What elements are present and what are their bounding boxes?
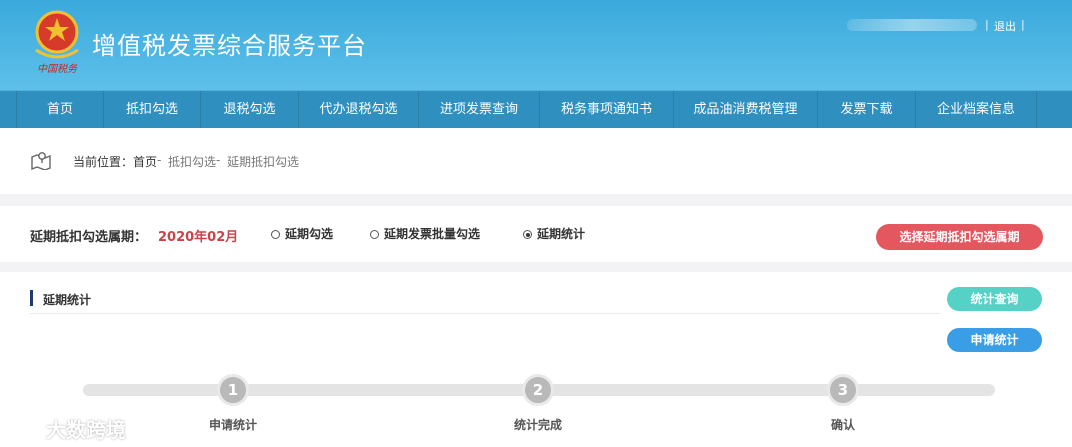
nav-item-home[interactable]: 首页 <box>16 91 104 128</box>
select-period-button[interactable]: 选择延期抵扣勾选属期 <box>876 224 1043 250</box>
step-3-circle: 3 <box>827 374 859 406</box>
statistics-panel: 延期统计 统计查询 申请统计 1 申请统计 2 统计完成 3 确认 <box>0 272 1072 447</box>
radio-label: 延期统计 <box>537 227 586 241</box>
tax-emblem-icon: 中国税务 <box>35 10 79 75</box>
section-divider <box>30 313 940 314</box>
radio-label: 延期勾选 <box>285 227 334 241</box>
period-label: 延期抵扣勾选属期： <box>30 230 148 245</box>
radio-deferred-batch-select[interactable]: 延期发票批量勾选 <box>370 225 480 242</box>
breadcrumb: 当前位置： 首页 - 抵扣勾选 - 延期抵扣勾选 <box>0 128 1072 194</box>
radio-deferred-select[interactable]: 延期勾选 <box>271 225 333 242</box>
apply-statistics-button[interactable]: 申请统计 <box>947 328 1042 352</box>
breadcrumb-current: 延期抵扣勾选 <box>227 155 300 169</box>
username-blurred <box>847 19 977 31</box>
radio-deferred-statistics[interactable]: 延期统计 <box>523 225 585 242</box>
period-toolbar: 延期抵扣勾选属期： 2020年02月 延期勾选 延期发票批量勾选 延期统计 选择… <box>0 206 1072 262</box>
breadcrumb-label: 当前位置： <box>73 155 134 169</box>
step-2-circle: 2 <box>522 374 554 406</box>
radio-unchecked-icon <box>370 230 379 239</box>
section-accent-bar <box>30 290 33 306</box>
breadcrumb-separator: - <box>216 153 221 167</box>
watermark: 大数跨境 <box>8 414 126 442</box>
breadcrumb-item-deduction-select[interactable]: 抵扣勾选 <box>168 153 216 170</box>
nav-item-enterprise-profile[interactable]: 企业档案信息 <box>916 91 1037 128</box>
period-value: 2020年02月 <box>158 230 239 245</box>
step-1-circle: 1 <box>217 374 249 406</box>
nav-item-refund-select[interactable]: 退税勾选 <box>201 91 299 128</box>
site-title: 增值税发票综合服务平台 <box>92 32 367 60</box>
step-1-label: 申请统计 <box>208 418 257 432</box>
breadcrumb-separator: - <box>157 153 162 167</box>
header-separator: | <box>1021 18 1025 31</box>
statistics-query-button[interactable]: 统计查询 <box>947 287 1042 311</box>
nav-item-tax-notice[interactable]: 税务事项通知书 <box>540 91 674 128</box>
watermark-text: 大数跨境 <box>46 418 126 442</box>
radio-checked-icon <box>523 230 532 239</box>
nav-item-oil-excise[interactable]: 成品油消费税管理 <box>674 91 818 128</box>
nav-item-invoice-download[interactable]: 发票下载 <box>818 91 916 128</box>
step-2-label: 统计完成 <box>513 418 562 432</box>
logout-link[interactable]: 退出 <box>994 18 1016 34</box>
step-3-label: 确认 <box>830 418 855 432</box>
breadcrumb-home-link[interactable]: 首页 <box>133 153 157 170</box>
header-separator: | <box>985 18 989 31</box>
nav-item-deduction-select[interactable]: 抵扣勾选 <box>104 91 201 128</box>
svg-text:中国税务: 中国税务 <box>37 63 78 75</box>
radio-label: 延期发票批量勾选 <box>384 227 481 241</box>
map-location-icon <box>31 152 51 170</box>
page-header: 中国税务 增值税发票综合服务平台 | 退出 | <box>0 0 1072 90</box>
main-nav: 首页 抵扣勾选 退税勾选 代办退税勾选 进项发票查询 税务事项通知书 成品油消费… <box>0 90 1072 128</box>
radio-unchecked-icon <box>271 230 280 239</box>
nav-item-input-invoice-query[interactable]: 进项发票查询 <box>419 91 540 128</box>
section-title: 延期统计 <box>43 293 92 307</box>
nav-item-agent-refund-select[interactable]: 代办退税勾选 <box>299 91 419 128</box>
watermark-logo-icon <box>10 420 41 438</box>
